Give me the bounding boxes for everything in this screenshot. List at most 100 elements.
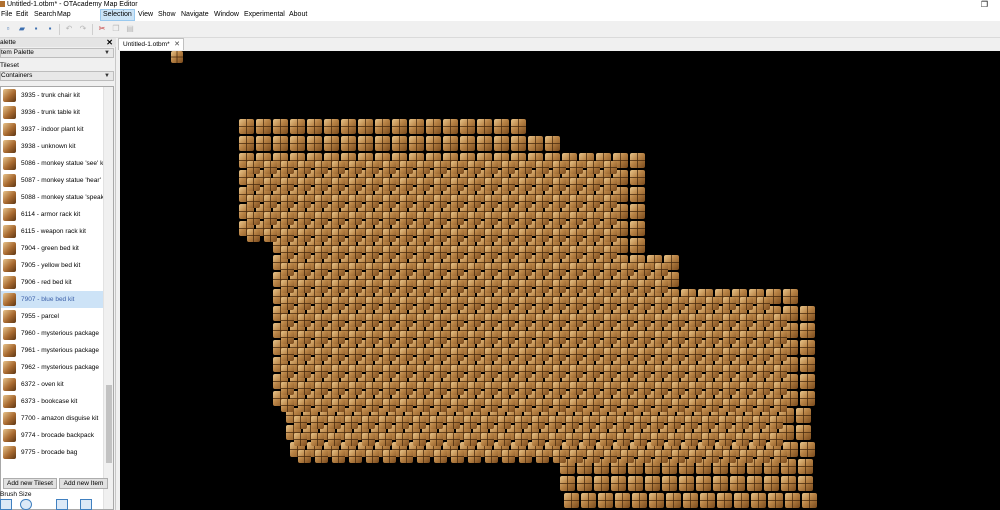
crate-tile — [617, 416, 630, 429]
brush-size-large-button[interactable] — [80, 499, 92, 510]
list-item[interactable]: 6115 - weapon rack kit — [1, 223, 103, 240]
crate-tile — [315, 331, 328, 344]
crate-tile — [519, 246, 532, 259]
list-item[interactable]: 3938 - unknown kit — [1, 138, 103, 155]
menu-edit[interactable]: Edit — [14, 9, 30, 21]
crate-tile — [383, 382, 396, 395]
crate-tile — [417, 331, 430, 344]
restore-icon[interactable]: ❐ — [981, 0, 988, 9]
list-item[interactable]: 9775 - brocade bag — [1, 444, 103, 461]
crate-tile — [800, 340, 815, 355]
menu-experimental[interactable]: Experimental — [242, 9, 287, 21]
crate-tile — [485, 263, 498, 276]
crate-tile — [587, 263, 600, 276]
list-item[interactable]: 7904 - green bed kit — [1, 240, 103, 257]
brush-square-button[interactable] — [0, 499, 12, 510]
menu-window[interactable]: Window — [212, 9, 241, 21]
crate-tile — [553, 450, 566, 463]
crate-tile — [706, 365, 719, 378]
crate-tile — [434, 450, 447, 463]
list-item[interactable]: 7961 - mysterious package — [1, 342, 103, 359]
palette-type-select[interactable]: tem Palette ▼ — [0, 48, 114, 58]
crate-tile — [502, 297, 515, 310]
menu-view[interactable]: View — [136, 9, 155, 21]
item-list-scrollbar[interactable] — [103, 87, 113, 509]
crate-tile — [604, 297, 617, 310]
add-tileset-button[interactable]: Add new Tileset — [3, 478, 57, 489]
crate-tile — [485, 161, 498, 174]
list-item[interactable]: 7906 - red bed kit — [1, 274, 103, 291]
crate-tile — [511, 136, 526, 151]
new-icon[interactable]: ▫ — [3, 24, 13, 34]
crate-tile — [587, 314, 600, 327]
crate-tile — [366, 212, 379, 225]
crate-tile — [532, 433, 545, 446]
redo-icon[interactable]: ↷ — [78, 24, 88, 34]
crate-tile — [298, 246, 311, 259]
crate-tile — [696, 476, 711, 491]
list-item[interactable]: 6372 - oven kit — [1, 376, 103, 393]
crate-tile — [362, 433, 375, 446]
crate-tile — [800, 306, 815, 321]
save-icon[interactable]: ▪ — [31, 24, 41, 34]
list-item[interactable]: 7700 - amazon disguise kit — [1, 410, 103, 427]
list-item[interactable]: 9774 - brocade backpack — [1, 427, 103, 444]
scrollbar-thumb[interactable] — [106, 385, 112, 463]
menu-about[interactable]: About — [287, 9, 309, 21]
list-item[interactable]: 7955 - parcel — [1, 308, 103, 325]
crate-tile — [536, 348, 549, 361]
list-item[interactable]: 3936 - trunk table kit — [1, 104, 103, 121]
item-list[interactable]: 3935 - trunk chair kit 3936 - trunk table… — [0, 86, 114, 510]
close-icon[interactable]: ✕ — [106, 38, 113, 47]
undo-icon[interactable]: ↶ — [64, 24, 74, 34]
paste-icon[interactable]: ▤ — [125, 24, 135, 34]
crate-tile — [417, 212, 430, 225]
tab-untitled-1[interactable]: Untitled-1.otbm* ✕ — [118, 38, 184, 50]
crate-tile — [281, 246, 294, 259]
crate-tile — [485, 229, 498, 242]
list-item[interactable]: 7905 - yellow bed kit — [1, 257, 103, 274]
crate-tile — [349, 450, 362, 463]
cut-icon[interactable]: ✂ — [97, 24, 107, 34]
crate-tile — [604, 399, 617, 412]
list-item[interactable]: 5087 - monkey statue 'hear' k — [1, 172, 106, 189]
list-item[interactable]: 6114 - armor rack kit — [1, 206, 103, 223]
tileset-category-select[interactable]: Containers ▼ — [0, 71, 114, 81]
crate-tile — [383, 263, 396, 276]
map-canvas[interactable] — [120, 51, 1000, 510]
crate-tile — [655, 297, 668, 310]
crate-tile — [621, 348, 634, 361]
list-item[interactable]: 3935 - trunk chair kit — [1, 87, 103, 104]
list-item[interactable]: 3937 - indoor plant kit — [1, 121, 103, 138]
crate-tile — [668, 433, 681, 446]
menu-selection[interactable]: Selection — [100, 9, 135, 21]
add-item-button[interactable]: Add new Item — [59, 478, 108, 489]
list-item[interactable]: 5086 - monkey statue 'see' kit — [1, 155, 107, 172]
crate-tile — [723, 314, 736, 327]
crate-tile — [740, 348, 753, 361]
crate-tile — [774, 314, 787, 327]
menu-navigate[interactable]: Navigate — [179, 9, 211, 21]
crate-tile — [434, 382, 447, 395]
menu-file[interactable]: File — [0, 9, 14, 21]
crate-tile — [468, 450, 481, 463]
list-item[interactable]: 6373 - bookcase kit — [1, 393, 103, 410]
list-item[interactable]: 5088 - monkey statue 'speak' — [1, 189, 105, 206]
open-icon[interactable]: ▰ — [17, 24, 27, 34]
crate-tile — [689, 399, 702, 412]
list-item[interactable]: 7907 - blue bed kit — [1, 291, 103, 308]
item-label: 6373 - bookcase kit — [21, 398, 78, 405]
brush-circle-button[interactable] — [20, 499, 32, 510]
crate-tile — [311, 416, 324, 429]
brush-size-small-button[interactable] — [56, 499, 68, 510]
crate-tile — [366, 348, 379, 361]
list-item[interactable]: 7960 - mysterious package — [1, 325, 103, 342]
menu-show[interactable]: Show — [156, 9, 178, 21]
crate-tile — [796, 425, 811, 440]
save-as-icon[interactable]: ▪ — [45, 24, 55, 34]
copy-icon[interactable]: ❐ — [111, 24, 121, 34]
menu-map[interactable]: Map — [55, 9, 73, 21]
crate-tile — [498, 433, 511, 446]
tab-close-icon[interactable]: ✕ — [174, 39, 180, 51]
list-item[interactable]: 7962 - mysterious package — [1, 359, 103, 376]
